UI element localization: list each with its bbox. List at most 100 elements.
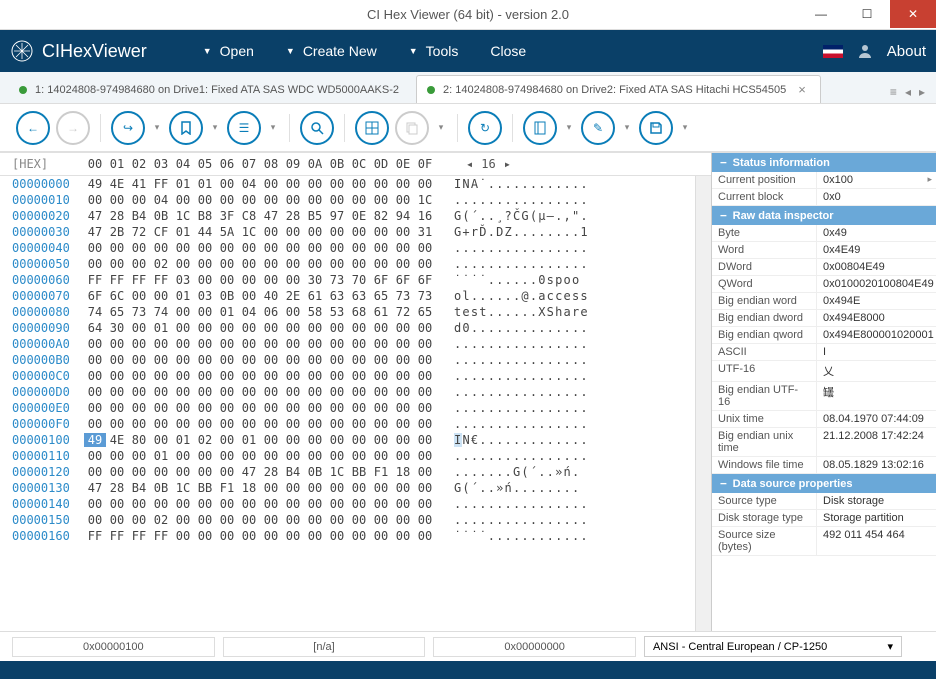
column-button[interactable]: [523, 111, 557, 145]
hex-row[interactable]: 00000060FFFFFFFF0300000000003073706F6F6F…: [12, 272, 695, 288]
menu-open[interactable]: ▼Open: [187, 30, 270, 72]
hex-row[interactable]: 000000706F6C000001030B00402E616363657373…: [12, 288, 695, 304]
hex-offset: 000000D0: [12, 385, 84, 399]
tab-status-dot-icon: [19, 86, 27, 94]
hex-row[interactable]: 00000100494E8000010200010000000000000000…: [12, 432, 695, 448]
language-flag-icon[interactable]: [823, 45, 843, 58]
hex-ascii: ................: [454, 401, 589, 415]
list-button[interactable]: ☰: [227, 111, 261, 145]
tab-drive1[interactable]: 1: 14024808-974984680 on Drive1: Fixed A…: [8, 75, 414, 103]
inspector-row[interactable]: Big endian qword0x494E800001020001: [712, 327, 936, 344]
close-button[interactable]: ✕: [890, 0, 936, 28]
section-source[interactable]: −Data source properties: [712, 474, 936, 493]
hex-ascii: ................: [454, 385, 589, 399]
hex-ascii: ................: [454, 513, 589, 527]
vertical-scrollbar[interactable]: [695, 176, 711, 631]
bookmark-dropdown[interactable]: ▾: [209, 122, 221, 133]
tab-next-icon[interactable]: ▸: [916, 85, 928, 99]
inspector-row[interactable]: QWord0x0100020100804E49: [712, 276, 936, 293]
inspector-row[interactable]: Current position0x100▸: [712, 172, 936, 189]
hex-row[interactable]: 0000004000000000000000000000000000000000…: [12, 240, 695, 256]
forward-button: →: [56, 111, 90, 145]
hex-row[interactable]: 000001304728B40B1CBBF1180000000000000000…: [12, 480, 695, 496]
user-icon[interactable]: [857, 43, 873, 59]
arrow-icon[interactable]: ▸: [923, 172, 936, 188]
inspector-row[interactable]: UTF-16乂: [712, 361, 936, 382]
minimize-button[interactable]: —: [798, 0, 844, 28]
page-next-icon[interactable]: ▸: [504, 157, 511, 171]
status-selection[interactable]: [n/a]: [223, 637, 426, 657]
status-position[interactable]: 0x00000100: [12, 637, 215, 657]
edit-dropdown[interactable]: ▾: [621, 122, 633, 133]
inspector-row[interactable]: Disk storage typeStorage partition: [712, 510, 936, 527]
menu-create-new[interactable]: ▼Create New: [270, 30, 393, 72]
grid-button[interactable]: [355, 111, 389, 145]
status-encoding[interactable]: ANSI - Central European / CP-1250▾: [644, 636, 902, 657]
hex-row[interactable]: 000000100000000400000000000000000000001C…: [12, 192, 695, 208]
inspector-row[interactable]: DWord0x00804E49: [712, 259, 936, 276]
section-raw[interactable]: −Raw data inspector: [712, 206, 936, 225]
hex-ascii: ................: [454, 193, 589, 207]
page-prev-icon[interactable]: ◂: [466, 157, 473, 171]
tab-drive2[interactable]: 2: 14024808-974984680 on Drive2: Fixed A…: [416, 75, 821, 103]
hex-row[interactable]: 00000000494E41FF010100040000000000000000…: [12, 176, 695, 192]
back-button[interactable]: ←: [16, 111, 50, 145]
status-offset[interactable]: 0x00000000: [433, 637, 636, 657]
column-dropdown[interactable]: ▾: [563, 122, 575, 133]
hex-row[interactable]: 00000030472B72CF01445A1C0000000000000031…: [12, 224, 695, 240]
inspector-row[interactable]: Byte0x49: [712, 225, 936, 242]
inspector-row[interactable]: Big endian UTF-16罎: [712, 382, 936, 411]
inspector-row[interactable]: Big endian word0x494E: [712, 293, 936, 310]
edit-button[interactable]: ✎: [581, 111, 615, 145]
inspector-row[interactable]: Windows file time08.05.1829 13:02:16: [712, 457, 936, 474]
save-button[interactable]: [639, 111, 673, 145]
tab-close-icon[interactable]: ×: [798, 82, 806, 97]
tab-list-icon[interactable]: ≡: [887, 85, 900, 99]
hex-row[interactable]: 000000E000000000000000000000000000000000…: [12, 400, 695, 416]
inspector-panel: −Status information Current position0x10…: [711, 153, 936, 631]
hex-offset: 00000020: [12, 209, 84, 223]
inspector-row[interactable]: Word0x4E49: [712, 242, 936, 259]
inspector-row[interactable]: Source typeDisk storage: [712, 493, 936, 510]
copy-dropdown[interactable]: ▾: [435, 122, 447, 133]
hex-row[interactable]: 000000D000000000000000000000000000000000…: [12, 384, 695, 400]
hex-row[interactable]: 0000008074657374000001040600585368617265…: [12, 304, 695, 320]
inspector-row[interactable]: Source size (bytes)492 011 454 464: [712, 527, 936, 556]
save-dropdown[interactable]: ▾: [679, 122, 691, 133]
hex-body[interactable]: 00000000494E41FF010100040000000000000000…: [0, 176, 695, 631]
maximize-button[interactable]: ☐: [844, 0, 890, 28]
menu-about[interactable]: About: [887, 43, 926, 60]
hex-ascii: ................: [454, 337, 589, 351]
page-number: 16: [481, 157, 495, 171]
bookmark-button[interactable]: [169, 111, 203, 145]
hex-row[interactable]: 0000014000000000000000000000000000000000…: [12, 496, 695, 512]
section-status[interactable]: −Status information: [712, 153, 936, 172]
hex-row[interactable]: 0000011000000001000000000000000000000000…: [12, 448, 695, 464]
refresh-button[interactable]: ↻: [468, 111, 502, 145]
hex-row[interactable]: 000000A000000000000000000000000000000000…: [12, 336, 695, 352]
hex-row[interactable]: 0000009064300001000000000000000000000000…: [12, 320, 695, 336]
tab-prev-icon[interactable]: ◂: [902, 85, 914, 99]
inspector-row[interactable]: Current block0x0: [712, 189, 936, 206]
menu-close[interactable]: Close: [474, 30, 542, 72]
list-dropdown[interactable]: ▾: [267, 122, 279, 133]
hex-row[interactable]: 000000204728B40B1CB83FC84728B5970E829416…: [12, 208, 695, 224]
statusbar: 0x00000100 [n/a] 0x00000000 ANSI - Centr…: [0, 631, 936, 661]
goto-dropdown[interactable]: ▾: [151, 122, 163, 133]
hex-row[interactable]: 000000F000000000000000000000000000000000…: [12, 416, 695, 432]
toolbar: ← → ↪ ▾ ▾ ☰ ▾ ▾ ↻ ▾ ✎ ▾ ▾: [0, 104, 936, 152]
hex-row[interactable]: 0000005000000002000000000000000000000000…: [12, 256, 695, 272]
inspector-row[interactable]: ASCIII: [712, 344, 936, 361]
menu-tools[interactable]: ▼Tools: [393, 30, 475, 72]
inspector-row[interactable]: Big endian unix time21.12.2008 17:42:24: [712, 428, 936, 457]
hex-row[interactable]: 000000B000000000000000000000000000000000…: [12, 352, 695, 368]
inspector-row[interactable]: Unix time08.04.1970 07:44:09: [712, 411, 936, 428]
tab-nav: ≡ ◂ ▸: [887, 85, 928, 103]
hex-row[interactable]: 0000015000000002000000000000000000000000…: [12, 512, 695, 528]
goto-button[interactable]: ↪: [111, 111, 145, 145]
hex-row[interactable]: 00000120000000000000004728B40B1CBBF11800…: [12, 464, 695, 480]
search-button[interactable]: [300, 111, 334, 145]
hex-row[interactable]: 000000C000000000000000000000000000000000…: [12, 368, 695, 384]
inspector-row[interactable]: Big endian dword0x494E8000: [712, 310, 936, 327]
hex-row[interactable]: 00000160FFFFFFFF000000000000000000000000…: [12, 528, 695, 544]
